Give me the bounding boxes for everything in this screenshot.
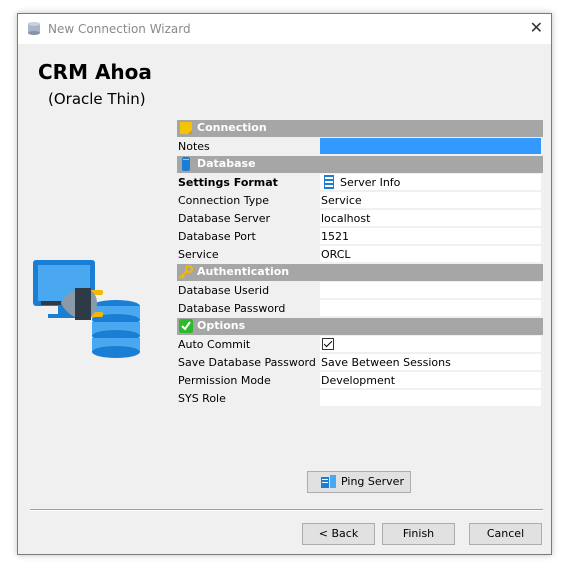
database-cylinder-icon [179,157,193,171]
database-port-value: 1521 [321,230,349,243]
save-database-password-field[interactable]: Save Between Sessions [320,354,541,371]
permission-mode-label: Permission Mode [178,374,271,387]
cancel-button[interactable]: Cancel [469,523,542,545]
window-title: New Connection Wizard [48,22,191,36]
database-icon [26,21,42,40]
ping-server-icon [321,475,337,496]
title-bar: New Connection Wizard ✕ [18,14,551,44]
page-subtitle: (Oracle Thin) [48,90,146,108]
section-label: Authentication [197,265,290,278]
database-password-label: Database Password [178,302,286,315]
service-field[interactable]: ORCL [320,246,541,263]
connection-type-field[interactable]: Service [320,192,541,209]
close-icon[interactable]: ✕ [530,18,543,37]
settings-format-field[interactable]: Server Info [320,174,541,191]
notes-label: Notes [178,140,210,153]
database-server-field[interactable]: localhost [320,210,541,227]
database-userid-field[interactable] [320,282,541,299]
connection-type-value: Service [321,194,362,207]
service-value: ORCL [321,248,351,261]
auto-commit-checkbox[interactable] [322,338,334,350]
note-icon [179,121,193,135]
row-database-port: Database Port 1521 [177,228,543,246]
wizard-window: New Connection Wizard ✕ CRM Ahoa (Oracle… [17,13,552,555]
database-server-label: Database Server [178,212,271,225]
row-auto-commit: Auto Commit [177,336,543,354]
service-label: Service [178,248,219,261]
ping-server-label: Ping Server [341,475,404,488]
auto-commit-label: Auto Commit [178,338,251,351]
row-permission-mode: Permission Mode Development [177,372,543,390]
back-button[interactable]: < Back [302,523,375,545]
save-database-password-label: Save Database Password [178,356,316,369]
database-port-field[interactable]: 1521 [320,228,541,245]
permission-mode-value: Development [321,374,396,387]
row-database-userid: Database Userid [177,282,543,300]
section-authentication: Authentication [177,264,543,281]
database-port-label: Database Port [178,230,256,243]
row-database-password: Database Password [177,300,543,318]
section-label: Options [197,319,246,332]
finish-button[interactable]: Finish [382,523,455,545]
section-label: Database [197,157,256,170]
row-sys-role: SYS Role [177,390,543,408]
section-options: Options [177,318,543,335]
footer-separator [30,509,543,511]
row-save-database-password: Save Database Password Save Between Sess… [177,354,543,372]
notes-field[interactable] [320,138,541,155]
checkmark-icon [179,319,193,333]
row-connection-type: Connection Type Service [177,192,543,210]
database-server-value: localhost [321,212,371,225]
connection-type-label: Connection Type [178,194,270,207]
auto-commit-field [320,336,541,353]
settings-format-label: Settings Format [178,176,278,189]
row-notes: Notes [177,138,543,156]
ping-server-button[interactable]: Ping Server [307,471,411,493]
connection-properties-grid: Connection Notes Database Settings Forma… [177,120,543,408]
row-settings-format: Settings Format Server Info [177,174,543,192]
sys-role-label: SYS Role [178,392,226,405]
section-database: Database [177,156,543,173]
key-icon [179,265,193,279]
row-database-server: Database Server localhost [177,210,543,228]
section-label: Connection [197,121,267,134]
save-database-password-value: Save Between Sessions [321,356,451,369]
sys-role-field[interactable] [320,390,541,407]
section-connection: Connection [177,120,543,137]
server-info-icon [323,175,335,192]
settings-format-value: Server Info [340,176,401,189]
row-service: Service ORCL [177,246,543,264]
computer-plug-database-icon [31,254,151,377]
permission-mode-field[interactable]: Development [320,372,541,389]
database-password-field[interactable] [320,300,541,317]
database-userid-label: Database Userid [178,284,270,297]
page-title: CRM Ahoa [38,60,152,84]
